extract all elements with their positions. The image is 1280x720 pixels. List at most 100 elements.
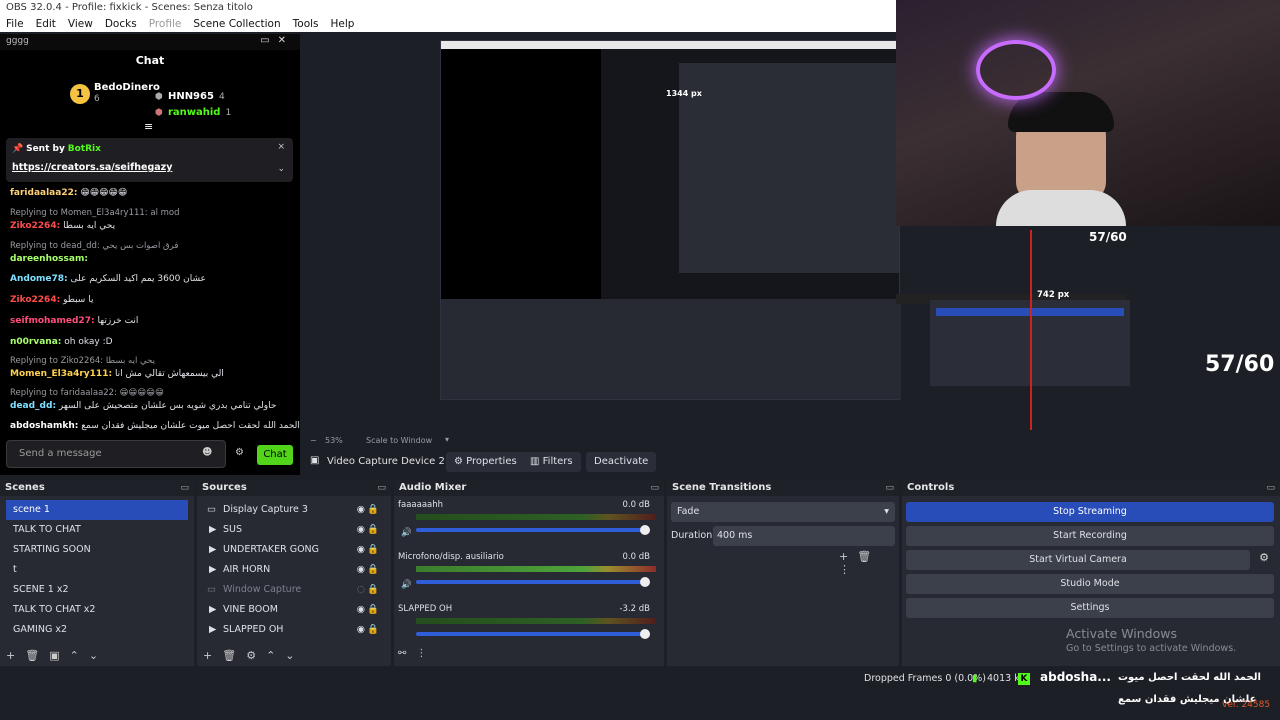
menu-dots-icon[interactable]: ⋮ [839,563,859,576]
gear-icon[interactable]: ⚙ [235,447,244,458]
start-recording-button[interactable]: Start Recording [906,526,1274,546]
chat-messages: faridaalaa22: 😁😁😁😁😁 Replying to Momen_El… [0,186,300,434]
scene-item[interactable]: TALK TO CHAT x2 [6,600,188,620]
source-item[interactable]: ▶ UNDERTAKER GONG ◉ 🔒 [201,540,387,560]
undock-icon[interactable]: ▭ [377,480,386,496]
volume-fader[interactable] [416,577,650,587]
filters-button[interactable]: ▥ Filters [522,452,581,472]
chat-user[interactable]: Andome78: [10,274,68,284]
speaker-icon[interactable]: 🔊 [401,528,412,538]
scene-item[interactable]: GAMING x2 [6,620,188,640]
add-icon[interactable]: + [839,550,857,563]
eye-icon[interactable]: ◉ [357,560,365,580]
lock-icon[interactable]: 🔒 [367,540,379,560]
trash-icon[interactable]: 🗑 [25,649,49,662]
transition-actions: +🗑⋮ [839,550,899,576]
chat-user[interactable]: Momen_El3a4ry111: [10,369,112,379]
zoom-minus-icon[interactable]: − [310,436,317,445]
down-icon[interactable]: ⌄ [89,649,108,662]
scene-item[interactable]: TALK TO CHAT [6,520,188,540]
chat-send-button[interactable]: Chat [257,445,293,465]
mixer-channel: Microfono/disp. ausiliario 0.0 dB 🔊 [398,552,656,590]
properties-button[interactable]: ⚙ Properties [446,452,525,472]
trash-icon[interactable]: 🗑 [222,649,246,662]
chat-input[interactable]: Send a message [6,440,226,468]
scale-mode[interactable]: Scale to Window [366,436,432,445]
link-icon[interactable]: ⚯ [398,648,416,659]
undock-icon[interactable]: ▭ [180,480,189,496]
menu-scene-collection[interactable]: Scene Collection [187,16,286,32]
menu-view[interactable]: View [62,16,99,32]
lock-icon[interactable]: 🔒 [367,500,379,520]
unpin-icon[interactable]: ⨯ [277,142,285,152]
chat-user[interactable]: dareenhossam: [10,254,88,264]
chat-user[interactable]: Ziko2264: [10,221,60,231]
chat-user[interactable]: dead_dd: [10,401,56,411]
studio-mode-button[interactable]: Studio Mode [906,574,1274,594]
lock-icon[interactable]: 🔒 [367,620,379,640]
chevron-down-icon[interactable]: ⌄ [277,164,285,174]
eye-icon[interactable]: ◉ [357,540,365,560]
speaker-icon[interactable]: 🔊 [401,580,412,590]
volume-fader[interactable] [416,629,650,639]
chat-user[interactable]: abdoshamkh: [10,421,78,431]
start-virtual-camera-button[interactable]: Start Virtual Camera [906,550,1250,570]
gear-icon[interactable]: ⚙ [246,649,266,662]
eye-icon[interactable]: ◉ [357,600,365,620]
transition-select[interactable]: Fade ▾ [671,502,895,522]
add-icon[interactable]: + [203,649,222,662]
settings-button[interactable]: Settings [906,598,1274,618]
lock-icon[interactable]: 🔒 [367,600,379,620]
menu-file[interactable]: File [0,16,30,32]
source-item[interactable]: ▭ Window Capture ◌ 🔒 [201,580,387,600]
scene-item[interactable]: STARTING SOON [6,540,188,560]
eye-icon[interactable]: ◉ [357,500,365,520]
chat-user[interactable]: faridaalaa22: [10,188,77,198]
chevron-down-icon[interactable]: ▾ [445,435,449,444]
eye-icon[interactable]: ◉ [357,520,365,540]
deactivate-button[interactable]: Deactivate [586,452,657,472]
filter-icon[interactable]: ▣ [49,649,69,662]
undock-icon[interactable]: ▭ [650,480,659,496]
chat-user[interactable]: Ziko2264: [10,295,60,305]
lock-icon[interactable]: 🔒 [367,520,379,540]
lock-icon[interactable]: 🔒 [367,580,379,600]
scene-item[interactable]: SCENE 1 x2 [6,580,188,600]
menu-profile[interactable]: Profile [143,16,188,32]
lock-icon[interactable]: 🔒 [367,560,379,580]
trash-icon[interactable]: 🗑 [857,550,880,563]
source-item[interactable]: ▶ VINE BOOM ◉ 🔒 [201,600,387,620]
menu-tools[interactable]: Tools [287,16,325,32]
source-item[interactable]: ▭ Display Capture 3 ◉ 🔒 [201,500,387,520]
down-icon[interactable]: ⌄ [285,649,304,662]
transitions-title: Scene Transitions [672,482,772,493]
menu-help[interactable]: Help [325,16,361,32]
duration-input[interactable]: 400 ms [713,526,895,546]
scene-item[interactable]: t [6,560,188,580]
close-icon[interactable]: ✕ [278,35,294,46]
chat-user[interactable]: n00rvana: [10,337,61,347]
eye-icon[interactable]: ◉ [357,620,365,640]
undock-icon[interactable]: ▭ [885,480,894,496]
eye-hidden-icon[interactable]: ◌ [357,580,365,600]
up-icon[interactable]: ⌃ [266,649,285,662]
undock-icon[interactable]: ▭ [1266,480,1275,496]
menu-dots-icon[interactable]: ⋮ [416,648,436,659]
up-icon[interactable]: ⌃ [70,649,89,662]
emoji-icon[interactable]: ☻ [202,447,212,458]
undock-icon[interactable]: ▭ [260,35,277,46]
source-item[interactable]: ▶ SLAPPED OH ◉ 🔒 [201,620,387,640]
volume-fader[interactable] [416,525,650,535]
menu-edit[interactable]: Edit [30,16,62,32]
chat-user[interactable]: seifmohamed27: [10,316,95,326]
virtual-camera-gear-icon[interactable]: ⚙ [1254,551,1274,569]
stop-streaming-button[interactable]: Stop Streaming [906,502,1274,522]
source-item[interactable]: ▶ SUS ◉ 🔒 [201,520,387,540]
source-item[interactable]: ▶ AIR HORN ◉ 🔒 [201,560,387,580]
pinned-link[interactable]: https://creators.sa/seifhegazy [12,162,172,173]
menu-docks[interactable]: Docks [99,16,143,32]
add-icon[interactable]: + [6,649,25,662]
expand-leaderboard-icon[interactable]: ≡ [144,120,153,133]
channel-db: -3.2 dB [619,604,650,614]
scene-item[interactable]: scene 1 [6,500,188,520]
